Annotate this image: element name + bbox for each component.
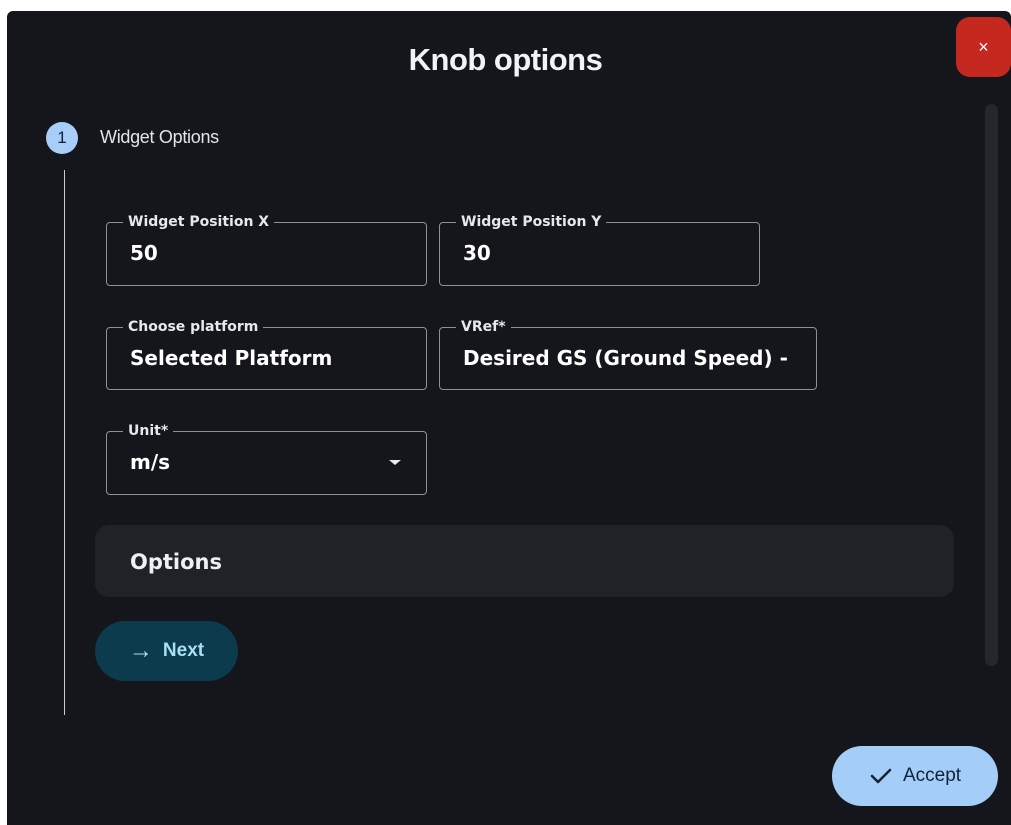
- options-panel-label: Options: [130, 550, 222, 574]
- arrow-right-icon: →: [128, 637, 153, 664]
- widget-position-x-label: Widget Position X: [123, 214, 275, 230]
- accept-button-label: Accept: [902, 765, 962, 786]
- close-icon: ×: [978, 36, 989, 57]
- unit-label: Unit*: [123, 423, 174, 439]
- widget-position-y-value[interactable]: 30: [463, 241, 491, 265]
- scrollbar[interactable]: [985, 104, 998, 666]
- close-button[interactable]: ×: [956, 17, 1011, 77]
- options-expansion-panel[interactable]: Options: [95, 525, 954, 597]
- vref-field[interactable]: VRef* Desired GS (Ground Speed) -: [439, 319, 817, 390]
- next-button-label: Next: [162, 640, 205, 661]
- chevron-down-icon[interactable]: [389, 460, 401, 465]
- choose-platform-value[interactable]: Selected Platform: [130, 346, 332, 370]
- unit-select[interactable]: Unit* m/s: [106, 423, 427, 495]
- check-icon: [870, 768, 892, 784]
- accept-button[interactable]: Accept: [832, 746, 998, 806]
- widget-position-y-label: Widget Position Y: [456, 214, 607, 230]
- widget-position-x-field[interactable]: Widget Position X 50: [106, 214, 427, 286]
- widget-position-x-value[interactable]: 50: [130, 241, 158, 265]
- next-button[interactable]: → Next: [95, 621, 238, 681]
- dialog-title: Knob options: [408, 42, 603, 77]
- choose-platform-label: Choose platform: [123, 319, 264, 335]
- choose-platform-field[interactable]: Choose platform Selected Platform: [106, 319, 427, 390]
- step-label[interactable]: Widget Options: [100, 127, 219, 148]
- unit-value[interactable]: m/s: [130, 450, 170, 474]
- vref-label: VRef*: [456, 319, 511, 335]
- step-number-badge: 1: [46, 122, 78, 154]
- stepper-line: [64, 170, 65, 715]
- vref-value[interactable]: Desired GS (Ground Speed) -: [463, 346, 808, 370]
- widget-position-y-field[interactable]: Widget Position Y 30: [439, 214, 760, 286]
